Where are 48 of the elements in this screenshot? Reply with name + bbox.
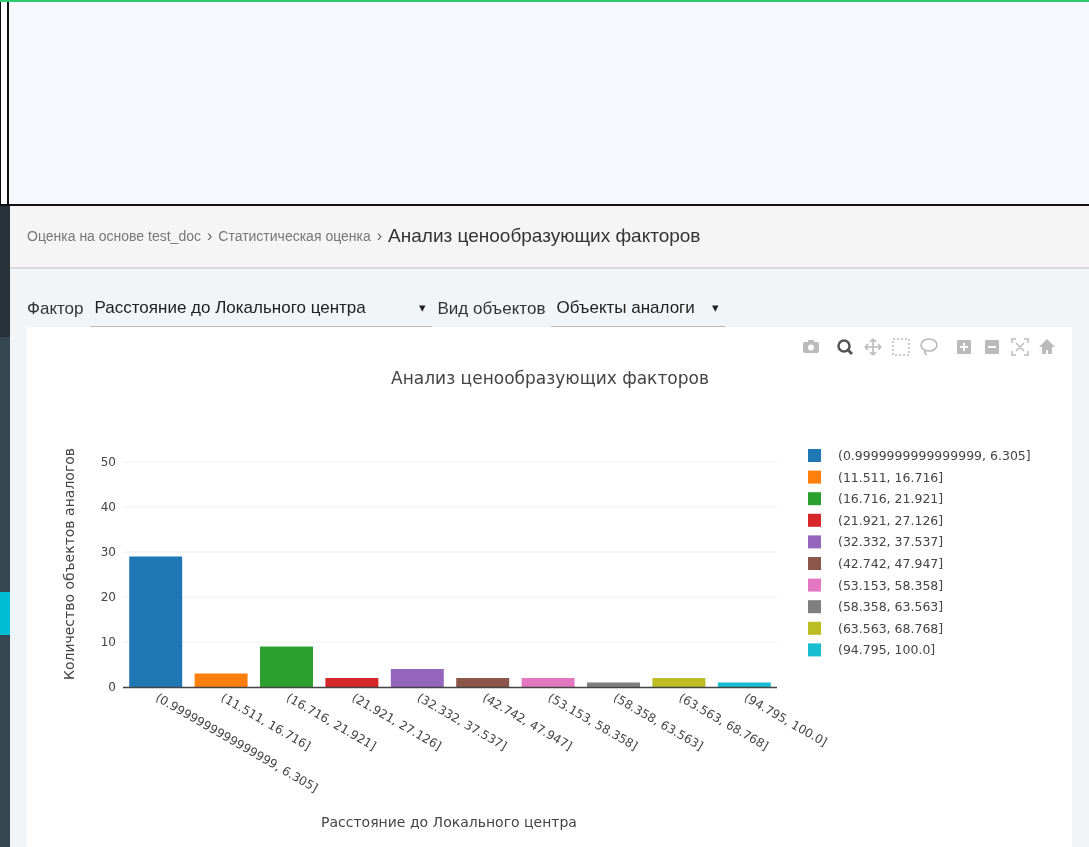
caret-icon: ▾: [712, 297, 720, 317]
filter-label: Вид объектов: [437, 298, 546, 320]
breadcrumb-separator: ›: [376, 226, 383, 247]
filter-label: Фактор: [27, 298, 84, 320]
chart-title: Анализ ценообразующих факторов: [391, 368, 709, 388]
legend-label: (94.795, 100.0]: [838, 642, 936, 658]
legend-swatch[interactable]: [808, 513, 821, 527]
legend-swatch[interactable]: [808, 492, 821, 506]
pan-icon[interactable]: [864, 338, 882, 356]
legend-label: (11.511, 16.716]: [838, 469, 944, 485]
lasso-icon[interactable]: [920, 338, 938, 356]
legend-swatch[interactable]: [808, 643, 821, 657]
legend-label: (42.742, 47.947]: [838, 556, 944, 571]
breadcrumb-link[interactable]: Статистическая оценка: [218, 225, 371, 247]
box-select-icon[interactable]: [892, 338, 910, 356]
legend-swatch[interactable]: [808, 600, 821, 614]
sidebar-item[interactable]: [0, 592, 10, 635]
legend-swatch[interactable]: [808, 535, 821, 549]
legend-label: (53.153, 58.358]: [838, 577, 944, 593]
legend-swatch[interactable]: [808, 470, 821, 484]
legend-label: (16.716, 21.921]: [838, 491, 944, 507]
legend-swatch[interactable]: [808, 557, 821, 570]
legend-label: (0.9999999999999999, 6.305]: [838, 448, 1031, 463]
breadcrumb-separator: ›: [206, 226, 213, 247]
y-tick-label: 10: [100, 635, 116, 649]
y-tick-label: 50: [100, 455, 116, 469]
y-tick-label: 40: [100, 500, 116, 514]
legend-swatch[interactable]: [808, 621, 821, 635]
x-axis-title: Расстояние до Локального центра: [321, 814, 577, 830]
zoom-in-icon[interactable]: [957, 340, 971, 354]
caret-icon: ▾: [418, 297, 426, 317]
y-tick-label: 0: [108, 680, 116, 694]
zoom-icon[interactable]: [837, 339, 854, 356]
home-icon[interactable]: [1039, 339, 1055, 354]
y-tick-label: 30: [100, 545, 116, 559]
zoom-out-icon[interactable]: [985, 340, 999, 354]
camera-icon[interactable]: [803, 340, 819, 353]
legend-label: (32.332, 37.537]: [838, 534, 944, 550]
legend-swatch[interactable]: [808, 449, 821, 462]
y-axis-title: Количество объектов аналогов: [61, 447, 77, 681]
legend-label: (21.921, 27.126]: [838, 512, 944, 528]
legend-label: (63.563, 68.768]: [838, 620, 944, 636]
legend-swatch[interactable]: [808, 578, 821, 592]
legend-label: (58.358, 63.563]: [838, 599, 944, 615]
autoscale-icon[interactable]: [1011, 338, 1029, 356]
breadcrumb-link[interactable]: Оценка на основе test_doc: [27, 225, 201, 247]
y-tick-label: 20: [100, 590, 116, 604]
breadcrumb-current: Анализ ценообразующих факторов: [388, 224, 701, 248]
